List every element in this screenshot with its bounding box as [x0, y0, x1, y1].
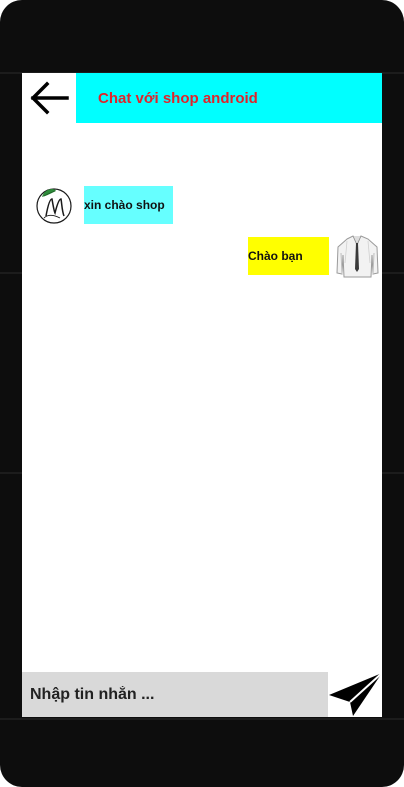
- shirt-avatar: [336, 235, 379, 278]
- arrow-left-icon: [30, 81, 69, 115]
- send-button[interactable]: [328, 672, 382, 717]
- message-bubble-received: xin chào shop: [84, 186, 173, 224]
- page-title: Chat với shop android: [98, 89, 258, 107]
- shop-logo-avatar: [36, 188, 72, 224]
- header-title-bar: Chat với shop android: [76, 73, 382, 123]
- send-icon: [329, 672, 382, 716]
- message-text: xin chào shop: [84, 198, 165, 212]
- message-bubble-sent: Chào bạn: [248, 237, 329, 275]
- back-button[interactable]: [22, 73, 76, 123]
- message-text: Chào bạn: [248, 249, 303, 263]
- message-input[interactable]: [22, 672, 328, 717]
- message-input-wrapper: [22, 672, 328, 717]
- chat-screen: Chat với shop android xin chào shop Chào…: [22, 73, 382, 717]
- device-frame: Chat với shop android xin chào shop Chào…: [0, 0, 404, 787]
- frame-divider: [0, 718, 404, 720]
- avatar: [333, 233, 382, 279]
- avatar: [34, 185, 74, 225]
